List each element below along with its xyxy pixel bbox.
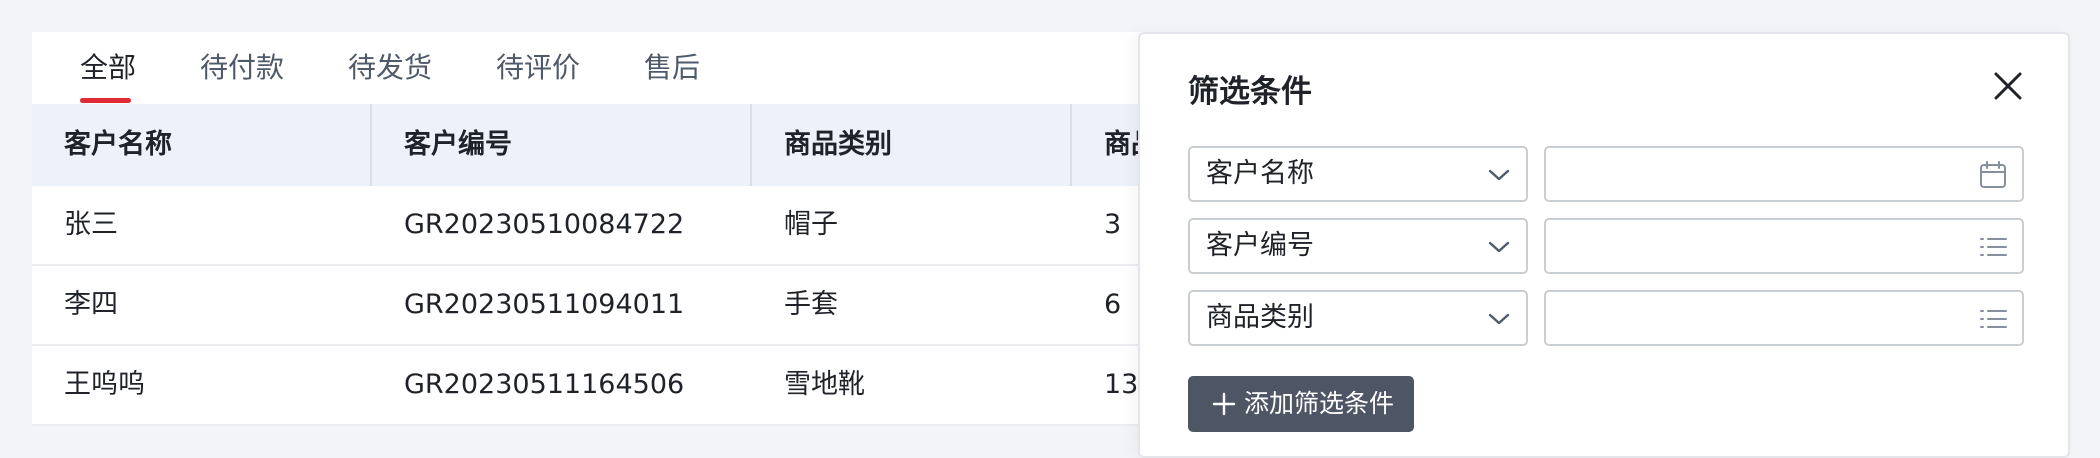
active-tab-indicator bbox=[80, 98, 131, 103]
add-filter-button[interactable]: 添加筛选条件 bbox=[1188, 376, 1414, 432]
cell-customer-name: 李四 bbox=[64, 289, 118, 320]
list-icon[interactable] bbox=[1978, 232, 2008, 262]
plus-icon bbox=[1212, 392, 1236, 416]
column-header-product-category[interactable]: 商品类别 bbox=[784, 104, 892, 186]
cell-customer-name: 张三 bbox=[64, 209, 118, 240]
add-filter-button-label: 添加筛选条件 bbox=[1244, 389, 1395, 418]
filter-value-input-customer-name[interactable] bbox=[1544, 146, 2024, 202]
filter-panel: 筛选条件 客户名称 客户编号 商品类别 添加筛选条件 bbox=[1138, 32, 2070, 458]
cell-product-category: 手套 bbox=[784, 289, 838, 320]
filter-field-select-product-category[interactable]: 商品类别 bbox=[1188, 290, 1528, 346]
filter-value-input-customer-id[interactable] bbox=[1544, 218, 2024, 274]
filter-field-label: 客户名称 bbox=[1206, 158, 1314, 189]
tab-pending-shipment[interactable]: 待发货 bbox=[348, 32, 432, 104]
chevron-down-icon bbox=[1488, 241, 1510, 253]
filter-field-label: 客户编号 bbox=[1206, 230, 1314, 261]
cell-product: 3 bbox=[1104, 209, 1122, 240]
cell-product-category: 帽子 bbox=[784, 209, 838, 240]
cell-customer-id: GR20230511164506 bbox=[404, 369, 685, 400]
chevron-down-icon bbox=[1488, 169, 1510, 181]
filter-field-label: 商品类别 bbox=[1206, 302, 1314, 333]
calendar-icon[interactable] bbox=[1978, 160, 2008, 190]
column-resize-handle[interactable] bbox=[370, 104, 372, 186]
tab-pending-review[interactable]: 待评价 bbox=[496, 32, 580, 104]
cell-product: 13 bbox=[1104, 369, 1139, 400]
filter-field-select-customer-id[interactable]: 客户编号 bbox=[1188, 218, 1528, 274]
column-header-customer-name[interactable]: 客户名称 bbox=[64, 104, 172, 186]
chevron-down-icon bbox=[1488, 313, 1510, 325]
column-resize-handle[interactable] bbox=[1070, 104, 1072, 186]
filter-field-select-customer-name[interactable]: 客户名称 bbox=[1188, 146, 1528, 202]
filter-panel-title: 筛选条件 bbox=[1188, 74, 1312, 110]
cell-product-category: 雪地靴 bbox=[784, 369, 865, 400]
cell-customer-id: GR20230510084722 bbox=[404, 209, 685, 240]
list-icon[interactable] bbox=[1978, 304, 2008, 334]
close-button[interactable] bbox=[1990, 68, 2026, 104]
close-icon bbox=[1994, 72, 2022, 100]
column-resize-handle[interactable] bbox=[750, 104, 752, 186]
tab-after-sales[interactable]: 售后 bbox=[644, 32, 700, 104]
cell-product: 6 bbox=[1104, 289, 1122, 320]
tab-all[interactable]: 全部 bbox=[80, 32, 136, 104]
filter-value-input-product-category[interactable] bbox=[1544, 290, 2024, 346]
cell-customer-id: GR20230511094011 bbox=[404, 289, 685, 320]
tab-pending-payment[interactable]: 待付款 bbox=[200, 32, 284, 104]
cell-customer-name: 王呜呜 bbox=[64, 369, 145, 400]
column-header-customer-id[interactable]: 客户编号 bbox=[404, 104, 512, 186]
